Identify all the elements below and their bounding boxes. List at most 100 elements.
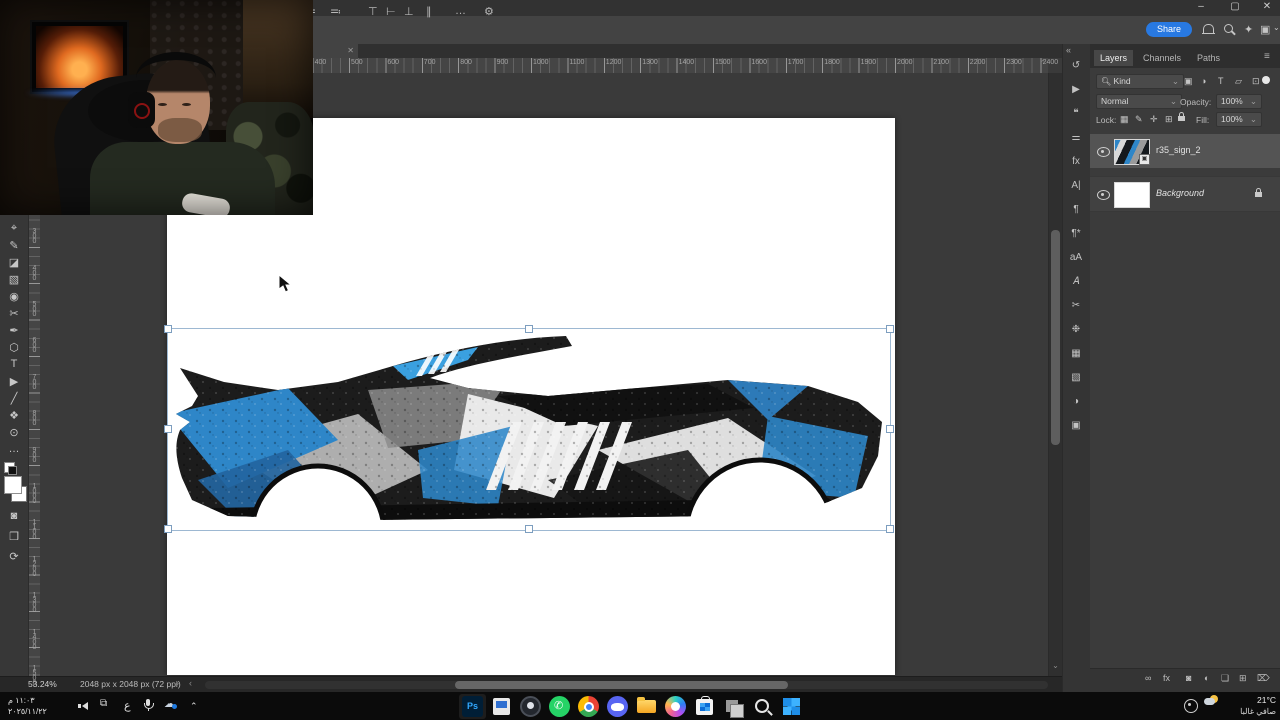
layer-style-fx-icon[interactable]: fx (1163, 673, 1170, 683)
horizontal-scrollbar-thumb[interactable] (455, 681, 788, 689)
layer-row-r35-sign-2[interactable]: ▣ r35_sign_2 (1090, 134, 1280, 168)
history-brush-tool[interactable]: ✎ (0, 239, 28, 252)
scrollbar-chevron-icon[interactable]: ⌄ (1051, 661, 1060, 670)
styles-fx-panel-icon[interactable]: fx (1062, 156, 1090, 167)
glyphs-panel-icon[interactable]: 𝐴 (1062, 276, 1090, 287)
new-adjustment-layer-icon[interactable]: ◐ (1204, 673, 1209, 683)
paragraph-panel-icon[interactable]: ¶ (1062, 204, 1090, 215)
lock-artboard-icon[interactable]: ⊞ (1165, 114, 1173, 125)
status-arrow-left-icon[interactable]: ‹ (189, 678, 192, 688)
lock-transparent-icon[interactable]: ▦ (1120, 114, 1129, 125)
path-select-tool[interactable]: ▶ (0, 375, 28, 388)
patterns-panel-icon[interactable]: ▦ (1062, 348, 1090, 359)
transform-handle[interactable] (886, 425, 894, 433)
character-panel-icon[interactable]: A| (1062, 180, 1090, 191)
tab-paths[interactable]: Paths (1191, 50, 1226, 66)
layer-name[interactable]: Background (1156, 188, 1204, 198)
filter-toggle-icon[interactable] (1262, 76, 1270, 84)
screen-mode-icon[interactable]: ❒ (0, 530, 28, 543)
workspace-chevron-icon[interactable]: ⌄ (1273, 23, 1280, 32)
transform-handle[interactable] (886, 525, 894, 533)
character-styles-panel-icon[interactable]: aA (1062, 252, 1090, 263)
horizontal-scrollbar[interactable] (205, 681, 1048, 689)
line-tool[interactable]: ╱ (0, 392, 28, 405)
transform-handle[interactable] (164, 325, 172, 333)
link-layers-icon[interactable]: ∞ (1145, 673, 1151, 683)
type-tool[interactable]: T (0, 358, 28, 370)
shape-tool[interactable]: ⬡ (0, 341, 28, 354)
taskbar-start[interactable] (781, 696, 802, 717)
layer-row-background[interactable]: Background (1090, 176, 1280, 212)
taskbar-clock[interactable]: ١١:٠٣ م ٢٠٢٥/١١/٢٢ (8, 695, 78, 717)
taskbar-photoshop[interactable]: Ps (459, 694, 486, 719)
onedrive-icon[interactable]: ☁ (164, 697, 177, 710)
new-layer-icon[interactable]: ⊞ (1239, 673, 1247, 684)
tray-chevron-icon[interactable]: ⌃ (190, 701, 198, 712)
hand-tool[interactable]: ❖ (0, 409, 28, 422)
layer-thumbnail[interactable] (1114, 182, 1150, 208)
lock-all-icon[interactable] (1178, 112, 1185, 121)
quick-mask-icon[interactable]: ◙ (0, 510, 28, 522)
layer-filter-kind-dropdown[interactable]: 🔍︎ Kind ⌄ (1096, 74, 1184, 89)
properties-panel-icon[interactable]: ⚌ (1062, 132, 1090, 143)
free-transform-box[interactable] (167, 328, 891, 531)
collapse-panels-icon[interactable]: « (1066, 45, 1071, 55)
distribute-horizontal-icon[interactable]: ∥ (426, 5, 432, 18)
taskbar-copilot[interactable] (665, 696, 686, 717)
fill-value[interactable]: 100% ⌄ (1216, 112, 1262, 127)
tool-presets-panel-icon[interactable]: ✂ (1062, 300, 1090, 311)
edit-toolbar[interactable]: … (0, 443, 28, 455)
pen-tool[interactable]: ✒ (0, 324, 28, 337)
gradients-panel-icon[interactable]: ▧ (1062, 372, 1090, 383)
comments-panel-icon[interactable]: ❝ (1062, 108, 1090, 119)
actions-panel-icon[interactable]: ▶ (1062, 84, 1090, 95)
eraser-tool[interactable]: ◪ (0, 256, 28, 269)
filter-adjustment-layers-icon[interactable]: ◑ (1201, 76, 1206, 86)
taskbar-whatsapp[interactable] (549, 696, 570, 717)
layer-visibility-eye-icon[interactable] (1097, 190, 1110, 200)
zoom-tool[interactable]: ⊙ (0, 426, 28, 439)
filter-shape-layers-icon[interactable]: ▱ (1235, 76, 1242, 87)
layer-visibility-eye-icon[interactable] (1097, 147, 1110, 157)
more-options-icon[interactable]: … (455, 5, 466, 17)
default-colors-icon[interactable] (4, 462, 17, 475)
history-panel-icon[interactable]: ↺ (1062, 60, 1090, 71)
panel-menu-icon[interactable]: ≡ (1264, 51, 1270, 62)
clone-stamp-tool[interactable]: ⌖ (0, 222, 28, 235)
taskbar-task-view[interactable] (491, 696, 512, 717)
minimize-icon[interactable]: – (1190, 1, 1212, 12)
rotate-view-icon[interactable]: ⟳ (0, 550, 28, 563)
add-layer-mask-icon[interactable]: ◙ (1186, 673, 1191, 683)
taskbar-search[interactable] (752, 696, 773, 717)
status-arrow-right-icon[interactable]: › (176, 678, 179, 688)
transform-handle[interactable] (886, 325, 894, 333)
vertical-scrollbar-thumb[interactable] (1051, 230, 1060, 445)
vertical-scrollbar[interactable]: ⌄ (1048, 73, 1062, 676)
paragraph-styles-panel-icon[interactable]: ¶* (1062, 228, 1090, 239)
foreground-color-swatch[interactable] (4, 476, 22, 494)
language-indicator[interactable]: ع (124, 699, 131, 712)
transform-handle[interactable] (164, 425, 172, 433)
libraries-panel-icon[interactable]: ▣ (1062, 420, 1090, 431)
filter-smart-objects-icon[interactable]: ⊡ (1252, 76, 1260, 87)
dodge-tool[interactable]: ✂ (0, 307, 28, 320)
taskbar-obs[interactable] (520, 696, 541, 717)
close-icon[interactable]: ✕ (1256, 1, 1278, 12)
share-button[interactable]: Share (1146, 22, 1192, 37)
tab-close-icon[interactable]: ✕ (347, 44, 354, 58)
opacity-value[interactable]: 100% ⌄ (1216, 94, 1262, 109)
distribute-vertical-centers-icon[interactable]: ⊢ (386, 5, 396, 18)
lock-position-icon[interactable]: ✛ (1150, 114, 1158, 125)
workspace-switcher-icon[interactable]: ▣ (1260, 23, 1270, 36)
transform-handle[interactable] (525, 325, 533, 333)
delete-layer-icon[interactable]: ⌦ (1257, 673, 1270, 684)
settings-gear-icon[interactable]: ⚙ (484, 5, 494, 18)
volume-icon[interactable] (78, 702, 88, 710)
tab-channels[interactable]: Channels (1137, 50, 1187, 66)
blend-mode-dropdown[interactable]: Normal ⌄ (1096, 94, 1182, 109)
search-icon[interactable] (1224, 24, 1233, 33)
filter-type-layers-icon[interactable]: T (1218, 76, 1224, 86)
adjustments-panel-icon[interactable]: ◑ (1062, 396, 1090, 407)
transform-handle[interactable] (164, 525, 172, 533)
blur-tool[interactable]: ◉ (0, 290, 28, 303)
